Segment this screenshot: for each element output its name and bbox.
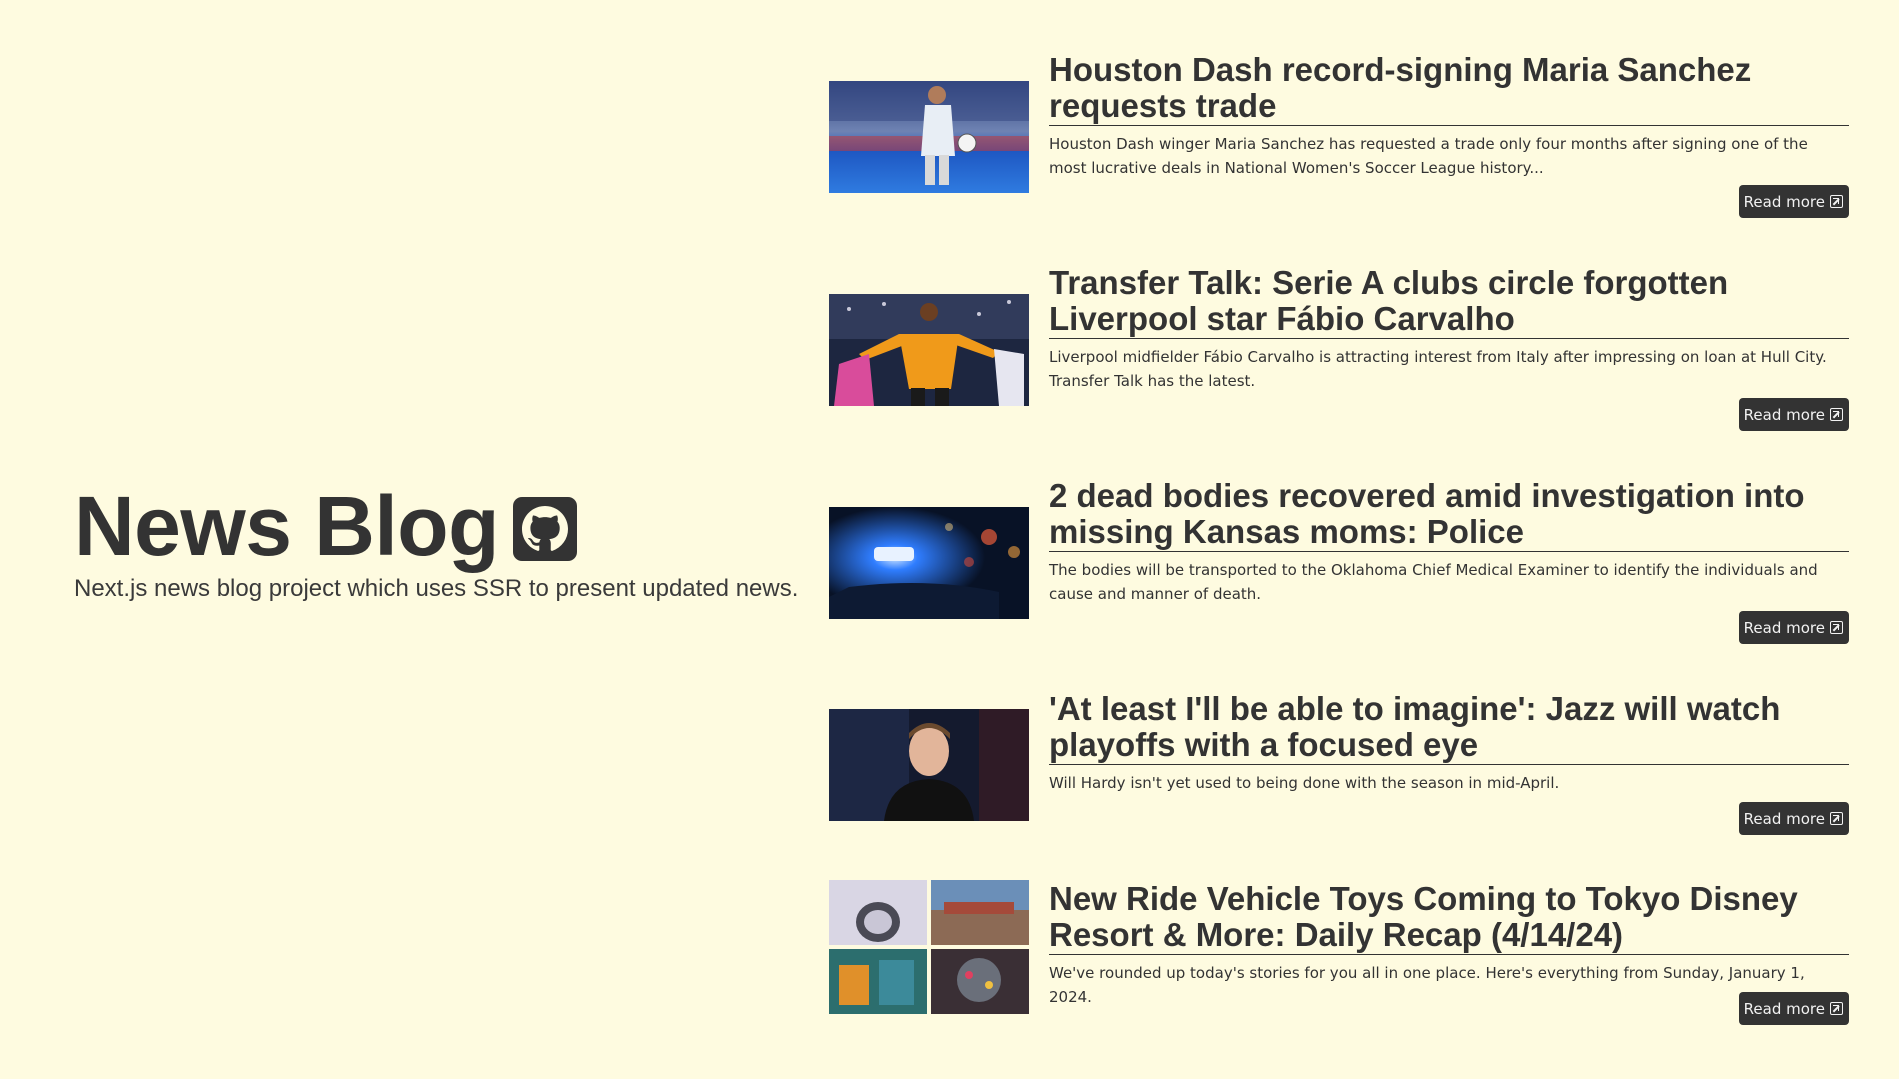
- external-link-icon: [1830, 621, 1843, 634]
- hero: News Blog Next.js news blog project whic…: [74, 478, 814, 604]
- disney-collage-image: [829, 880, 1029, 1014]
- article-description: We've rounded up today's stories for you…: [1049, 964, 1805, 1006]
- read-more-button[interactable]: Read more: [1738, 611, 1849, 644]
- article-title[interactable]: 2 dead bodies recovered amid investigati…: [1049, 478, 1849, 552]
- read-more-label: Read more: [1743, 809, 1825, 828]
- article-thumbnail[interactable]: [829, 294, 1029, 406]
- article-thumbnail[interactable]: [829, 507, 1029, 619]
- article-description: The bodies will be transported to the Ok…: [1049, 561, 1818, 603]
- read-more-label: Read more: [1743, 192, 1825, 211]
- hero-subtitle: Next.js news blog project which uses SSR…: [74, 575, 799, 602]
- article-description: Houston Dash winger Maria Sanchez has re…: [1049, 135, 1808, 177]
- article-description: Liverpool midfielder Fábio Carvalho is a…: [1049, 348, 1827, 390]
- read-more-button[interactable]: Read more: [1738, 802, 1849, 835]
- article-thumbnail[interactable]: [829, 880, 1029, 1014]
- read-more-button[interactable]: Read more: [1738, 398, 1849, 431]
- read-more-label: Read more: [1743, 999, 1825, 1018]
- article-thumbnail[interactable]: [829, 709, 1029, 821]
- read-more-button[interactable]: Read more: [1738, 185, 1849, 218]
- external-link-icon: [1830, 1002, 1843, 1015]
- article-title[interactable]: 'At least I'll be able to imagine': Jazz…: [1049, 691, 1849, 765]
- coach-portrait-image: [829, 709, 1029, 821]
- external-link-icon: [1830, 195, 1843, 208]
- article-thumbnail[interactable]: [829, 81, 1029, 193]
- soccer-player-image: [829, 81, 1029, 193]
- external-link-icon: [1830, 408, 1843, 421]
- article-content: Houston Dash record-signing Maria Sanche…: [1049, 52, 1849, 180]
- article-title[interactable]: New Ride Vehicle Toys Coming to Tokyo Di…: [1049, 881, 1849, 955]
- article-content: New Ride Vehicle Toys Coming to Tokyo Di…: [1049, 881, 1849, 1009]
- read-more-label: Read more: [1743, 405, 1825, 424]
- article-title[interactable]: Houston Dash record-signing Maria Sanche…: [1049, 52, 1849, 126]
- police-light-image: [829, 507, 1029, 619]
- article-content: Transfer Talk: Serie A clubs circle forg…: [1049, 265, 1849, 393]
- hero-title-row: News Blog: [74, 478, 814, 574]
- soccer-celebration-image: [829, 294, 1029, 406]
- article-content: 'At least I'll be able to imagine': Jazz…: [1049, 691, 1849, 795]
- page: News Blog Next.js news blog project whic…: [0, 0, 1899, 1079]
- article-description: Will Hardy isn't yet used to being done …: [1049, 774, 1560, 792]
- github-icon[interactable]: [512, 497, 577, 561]
- page-title: News Blog: [74, 479, 499, 573]
- external-link-icon: [1830, 812, 1843, 825]
- github-mark: [521, 506, 568, 551]
- article-content: 2 dead bodies recovered amid investigati…: [1049, 478, 1849, 606]
- read-more-button[interactable]: Read more: [1738, 992, 1849, 1025]
- article-title[interactable]: Transfer Talk: Serie A clubs circle forg…: [1049, 265, 1849, 339]
- read-more-label: Read more: [1743, 618, 1825, 637]
